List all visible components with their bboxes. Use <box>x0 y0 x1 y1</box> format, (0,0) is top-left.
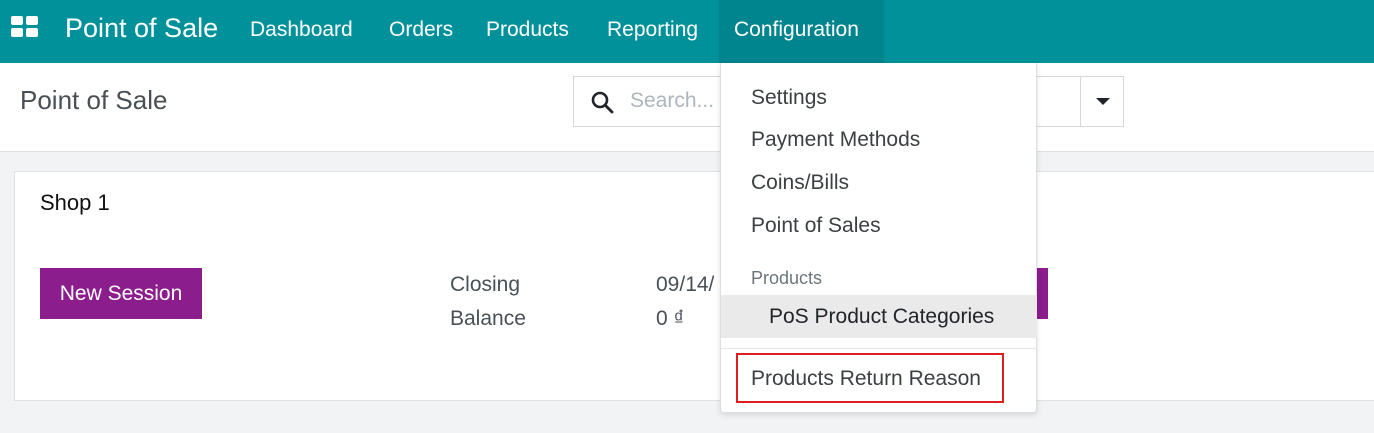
closing-label: Closing <box>450 273 521 296</box>
menu-item-payment-methods[interactable]: Payment Methods <box>751 128 920 152</box>
search-icon <box>591 91 614 114</box>
configuration-dropdown: Settings Payment Methods Coins/Bills Poi… <box>720 63 1037 413</box>
menu-section-products: Products <box>751 268 823 288</box>
top-navbar: Point of Sale Dashboard Orders Products … <box>0 0 1374 63</box>
nav-reporting[interactable]: Reporting <box>592 0 713 63</box>
menu-item-settings[interactable]: Settings <box>751 86 827 110</box>
balance-label: Balance <box>450 307 526 330</box>
balance-value: 0 ₫ <box>656 307 685 330</box>
nav-dashboard[interactable]: Dashboard <box>235 0 368 63</box>
menu-item-pos-product-categories[interactable]: PoS Product Categories <box>769 305 994 329</box>
menu-item-products-return-reason[interactable]: Products Return Reason <box>736 353 1004 403</box>
search-options-toggle[interactable] <box>1080 77 1123 126</box>
nav-orders[interactable]: Orders <box>374 0 468 63</box>
nav-products[interactable]: Products <box>471 0 584 63</box>
menu-item-products-return-reason-label: Products Return Reason <box>751 367 981 390</box>
shop-name[interactable]: Shop 1 <box>40 190 110 216</box>
menu-item-point-of-sales[interactable]: Point of Sales <box>751 214 881 238</box>
menu-divider <box>721 348 1037 349</box>
control-panel: Point of Sale <box>0 63 1374 152</box>
page-title: Point of Sale <box>20 85 168 115</box>
menu-item-coins-bills[interactable]: Coins/Bills <box>751 171 849 195</box>
closing-value: 09/14/ <box>656 273 715 296</box>
new-session-button[interactable]: New Session <box>40 268 202 319</box>
caret-down-icon <box>1096 98 1110 105</box>
apps-grid-icon[interactable] <box>11 16 39 38</box>
shop-card: Shop 1 New Session Closing Balance 09/14… <box>14 171 1374 401</box>
app-brand[interactable]: Point of Sale <box>65 13 218 44</box>
nav-configuration[interactable]: Configuration <box>719 0 884 63</box>
